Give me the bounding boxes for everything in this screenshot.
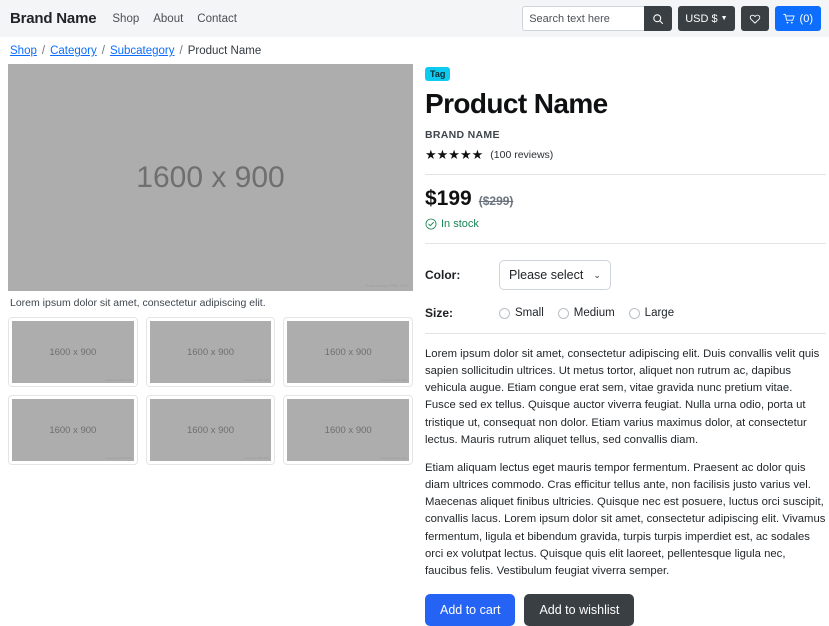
thumbnail-item[interactable]: 1600 x 900 Powered by HTML.COM: [146, 317, 276, 387]
stock-label: In stock: [441, 218, 479, 230]
hero-watermark: Powered by HTML.COM: [366, 284, 409, 288]
breadcrumb-item-subcategory[interactable]: Subcategory: [110, 45, 175, 57]
radio-icon: [499, 308, 510, 319]
color-select[interactable]: Please select ⌄: [499, 260, 611, 290]
primary-nav: Shop About Contact: [112, 13, 237, 25]
color-option-row: Color: Please select ⌄: [425, 260, 826, 290]
rating-row: ★★★★★ (100 reviews): [425, 148, 826, 161]
product-actions: Add to cart Add to wishlist: [425, 594, 826, 626]
currency-selector[interactable]: USD $ ▼: [678, 6, 734, 31]
hero-image-label: 1600 x 900: [136, 161, 284, 195]
divider: [425, 174, 826, 175]
cart-button[interactable]: (0): [775, 6, 821, 31]
cart-icon: [783, 13, 796, 25]
status-badge: Tag: [425, 67, 450, 81]
size-option-label: Small: [515, 307, 544, 319]
product-gallery: 1600 x 900 Powered by HTML.COM Lorem ips…: [8, 64, 413, 626]
wishlist-button[interactable]: [741, 6, 769, 31]
radio-icon: [629, 308, 640, 319]
search-group: [522, 6, 672, 31]
divider: [425, 333, 826, 334]
size-option-row: Size: Small Medium Large: [425, 306, 826, 320]
product-brand: BRAND NAME: [425, 129, 826, 141]
nav-link-about[interactable]: About: [153, 13, 183, 25]
thumbnail-image: 1600 x 900 Powered by HTML.COM: [12, 321, 134, 383]
thumbnail-image: 1600 x 900 Powered by HTML.COM: [150, 321, 272, 383]
hero-image[interactable]: 1600 x 900 Powered by HTML.COM: [8, 64, 413, 291]
current-price: $199: [425, 187, 472, 211]
breadcrumb-separator: /: [180, 45, 183, 57]
thumbnail-image: 1600 x 900 Powered by HTML.COM: [150, 399, 272, 461]
size-option-label: Medium: [574, 307, 615, 319]
thumbnail-item[interactable]: 1600 x 900 Powered by HTML.COM: [8, 317, 138, 387]
thumbnail-label: 1600 x 900: [325, 347, 372, 358]
product-description-paragraph: Lorem ipsum dolor sit amet, consectetur …: [425, 346, 826, 449]
nav-link-contact[interactable]: Contact: [197, 13, 237, 25]
size-radio-group: Small Medium Large: [499, 307, 674, 319]
thumbnail-image: 1600 x 900 Powered by HTML.COM: [12, 399, 134, 461]
chevron-down-icon: ⌄: [593, 270, 601, 281]
size-option-small[interactable]: Small: [499, 307, 544, 319]
price-row: $199 ($299): [425, 187, 826, 211]
star-rating-icon: ★★★★★: [425, 148, 483, 161]
thumbnail-image: 1600 x 900 Powered by HTML.COM: [287, 321, 409, 383]
thumbnail-label: 1600 x 900: [49, 425, 96, 436]
breadcrumb-item-category[interactable]: Category: [50, 45, 97, 57]
breadcrumb: Shop / Category / Subcategory / Product …: [0, 37, 829, 64]
color-select-value: Please select: [509, 268, 583, 282]
search-button[interactable]: [644, 6, 672, 31]
thumbnail-label: 1600 x 900: [187, 347, 234, 358]
product-layout: 1600 x 900 Powered by HTML.COM Lorem ips…: [0, 64, 829, 626]
breadcrumb-separator: /: [42, 45, 45, 57]
size-option-label: Large: [645, 307, 674, 319]
search-input[interactable]: [522, 6, 644, 31]
breadcrumb-item-shop[interactable]: Shop: [10, 45, 37, 57]
thumbnail-item[interactable]: 1600 x 900 Powered by HTML.COM: [146, 395, 276, 465]
add-to-cart-button[interactable]: Add to cart: [425, 594, 515, 626]
review-count[interactable]: (100 reviews): [490, 149, 553, 161]
size-option-large[interactable]: Large: [629, 307, 674, 319]
thumbnail-grid: 1600 x 900 Powered by HTML.COM 1600 x 90…: [8, 317, 413, 465]
thumbnail-watermark: Powered by HTML.COM: [381, 457, 407, 460]
breadcrumb-separator: /: [102, 45, 105, 57]
thumbnail-label: 1600 x 900: [49, 347, 96, 358]
brand-logo[interactable]: Brand Name: [10, 10, 96, 27]
gallery-caption: Lorem ipsum dolor sit amet, consectetur …: [8, 291, 413, 317]
thumbnail-label: 1600 x 900: [325, 425, 372, 436]
product-description-paragraph: Etiam aliquam lectus eget mauris tempor …: [425, 460, 826, 580]
thumbnail-watermark: Powered by HTML.COM: [243, 379, 269, 382]
thumbnail-watermark: Powered by HTML.COM: [243, 457, 269, 460]
color-label: Color:: [425, 268, 499, 282]
currency-label: USD $: [685, 13, 717, 25]
thumbnail-image: 1600 x 900 Powered by HTML.COM: [287, 399, 409, 461]
stock-status: In stock: [425, 218, 826, 230]
product-details: Tag Product Name BRAND NAME ★★★★★ (100 r…: [421, 64, 826, 626]
thumbnail-watermark: Powered by HTML.COM: [381, 379, 407, 382]
size-label: Size:: [425, 306, 499, 320]
radio-icon: [558, 308, 569, 319]
thumbnail-item[interactable]: 1600 x 900 Powered by HTML.COM: [8, 395, 138, 465]
heart-icon: [749, 13, 761, 25]
thumbnail-watermark: Powered by HTML.COM: [106, 379, 132, 382]
thumbnail-label: 1600 x 900: [187, 425, 234, 436]
navbar-actions: USD $ ▼ (0): [522, 6, 821, 31]
divider: [425, 243, 826, 244]
size-option-medium[interactable]: Medium: [558, 307, 615, 319]
thumbnail-item[interactable]: 1600 x 900 Powered by HTML.COM: [283, 317, 413, 387]
top-navbar: Brand Name Shop About Contact USD $ ▼: [0, 0, 829, 37]
page-title: Product Name: [425, 88, 826, 120]
thumbnail-watermark: Powered by HTML.COM: [106, 457, 132, 460]
breadcrumb-item-current: Product Name: [188, 45, 262, 57]
add-to-wishlist-button[interactable]: Add to wishlist: [524, 594, 634, 626]
search-icon: [652, 13, 664, 25]
cart-count-label: (0): [800, 13, 813, 25]
original-price: ($299): [479, 194, 514, 208]
check-circle-icon: [425, 218, 437, 230]
nav-link-shop[interactable]: Shop: [112, 13, 139, 25]
chevron-down-icon: ▼: [721, 15, 728, 22]
thumbnail-item[interactable]: 1600 x 900 Powered by HTML.COM: [283, 395, 413, 465]
